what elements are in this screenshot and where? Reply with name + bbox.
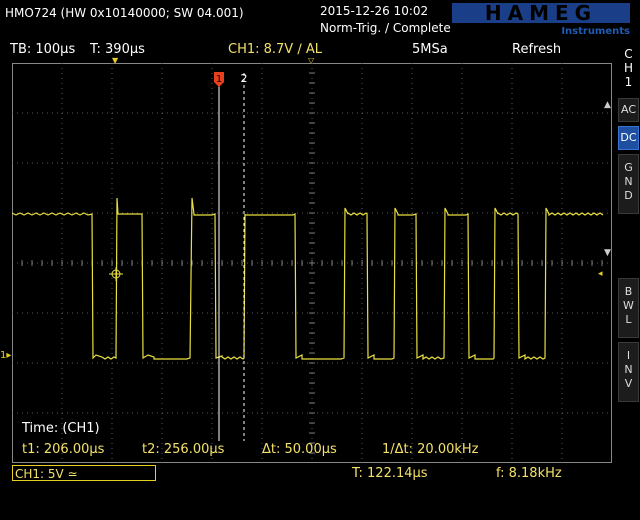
graticule-center-ticks	[12, 72, 612, 454]
cursor-1-marker: 1	[214, 72, 224, 87]
trigger-level-side-marker-icon: ◂	[598, 269, 603, 279]
cursor-1-marker-label: 1	[216, 74, 222, 85]
bwl-button[interactable]: B W L	[618, 278, 639, 338]
ch1-scale-box[interactable]: CH1: 5V ≃	[12, 465, 156, 481]
ch1-ground-marker[interactable]: 1▸	[0, 351, 11, 361]
ch1-trace	[12, 197, 604, 361]
sample-rate-readout: 5MSa	[412, 42, 448, 57]
acquisition-mode-readout[interactable]: Refresh	[512, 42, 561, 58]
frequency-measurement: f: 8.18kHz	[496, 466, 562, 481]
model-info: HMO724 (HW 0x10140000; SW 04.001)	[5, 6, 244, 20]
scroll-up-icon[interactable]: ▲	[604, 101, 611, 110]
crosshair-icon	[109, 267, 123, 281]
cursor-inverse-delta-t-readout: 1/Δt: 20.00kHz	[382, 442, 479, 457]
channel-side-panel: C H 1 AC DC G N D B W L I N V	[617, 46, 640, 454]
cursor-2-marker-label: 2	[241, 72, 248, 85]
status-bar: TB: 100µs T: 390µs CH1: 8.7V ∕ AL 5MSa R…	[0, 40, 640, 65]
period-measurement: T: 122.14µs	[352, 466, 428, 481]
timebase-readout[interactable]: TB: 100µs	[10, 42, 75, 58]
waveform-canvas[interactable]: 1 2	[12, 63, 612, 463]
trigger-status: Norm-Trig. / Complete	[320, 21, 451, 35]
offset-marker-icon: ▼	[604, 248, 611, 258]
cursor-measure-title: Time: (CH1)	[22, 421, 100, 436]
invert-button[interactable]: I N V	[618, 342, 639, 402]
ac-coupling-button[interactable]: AC	[618, 98, 639, 122]
gnd-button[interactable]: G N D	[618, 154, 639, 214]
cursor-t2-readout: t2: 256.00µs	[142, 442, 225, 457]
cursor-delta-t-readout: Δt: 50.00µs	[262, 442, 337, 457]
brand-logo: HAMEG Instruments	[452, 1, 632, 37]
svg-text:HAMEG: HAMEG	[485, 1, 597, 25]
datetime: 2015-12-26 10:02	[320, 4, 429, 18]
title-bar: HMO724 (HW 0x10140000; SW 04.001) 2015-1…	[0, 0, 640, 40]
cursor-t1-readout: t1: 206.00µs	[22, 442, 105, 457]
dc-coupling-button[interactable]: DC	[618, 126, 639, 150]
svg-text:Instruments: Instruments	[561, 26, 630, 37]
arrow-right-icon: ▸	[6, 350, 12, 361]
channel-label: C H 1	[618, 46, 639, 89]
